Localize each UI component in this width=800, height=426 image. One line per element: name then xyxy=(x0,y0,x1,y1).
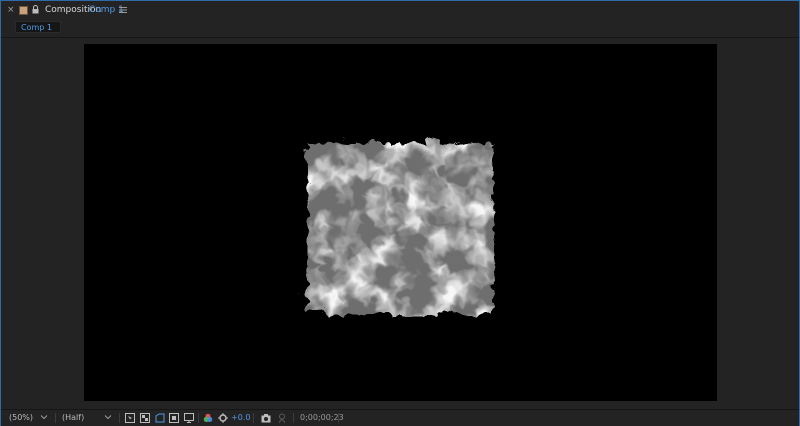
panel-menu-icon[interactable] xyxy=(119,6,127,14)
resolution-dropdown[interactable]: (Half) xyxy=(62,412,114,424)
exposure-value[interactable]: +0.0 xyxy=(231,410,250,426)
viewer-footer: (50%) (Half) +0.0 0;00;00;23 xyxy=(1,409,799,426)
lock-icon[interactable] xyxy=(32,5,39,14)
panel-header: × Composition Comp 1 xyxy=(1,1,799,19)
safe-margins-icon[interactable] xyxy=(169,413,179,423)
magnification-dropdown[interactable]: (50%) xyxy=(9,412,49,424)
mask-path-icon[interactable] xyxy=(155,413,165,423)
tab-comp-1[interactable]: Comp 1 xyxy=(15,21,61,33)
transparency-grid-icon[interactable] xyxy=(140,413,150,423)
rendered-texture-layer xyxy=(304,139,489,311)
color-channel-icon[interactable] xyxy=(203,413,213,423)
composition-panel: × Composition Comp 1 Comp 1 (50%) (Half)… xyxy=(0,0,800,426)
footer-divider xyxy=(293,413,294,423)
chevron-down-icon xyxy=(40,415,48,420)
footer-divider xyxy=(253,413,254,423)
exposure-reset-icon[interactable] xyxy=(218,413,228,423)
3d-view-icon[interactable] xyxy=(184,413,194,423)
composition-frame[interactable] xyxy=(84,44,717,401)
region-of-interest-icon[interactable] xyxy=(125,413,135,423)
close-icon[interactable]: × xyxy=(7,1,15,19)
resolution-value: (Half) xyxy=(62,413,85,422)
comp-tab-bar: Comp 1 xyxy=(1,19,799,38)
composition-viewer[interactable] xyxy=(1,38,799,408)
chevron-down-icon xyxy=(104,415,112,420)
footer-divider xyxy=(198,413,199,423)
footer-divider xyxy=(119,413,120,423)
footer-divider xyxy=(55,413,56,423)
footer-divider xyxy=(338,413,339,423)
color-label-icon[interactable] xyxy=(19,6,28,15)
magnification-value: (50%) xyxy=(9,413,34,422)
snapshot-camera-icon[interactable] xyxy=(261,413,271,423)
show-snapshot-icon[interactable] xyxy=(277,413,287,423)
